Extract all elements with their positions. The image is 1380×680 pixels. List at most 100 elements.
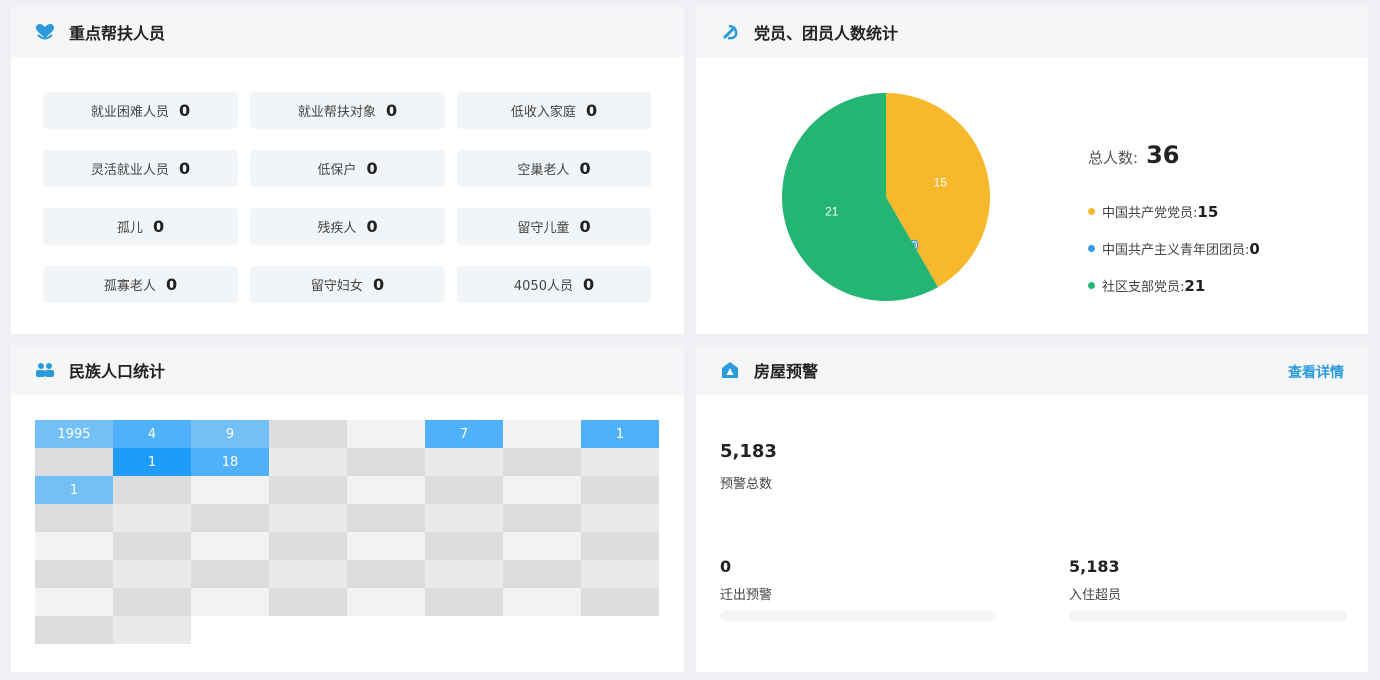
- heatmap-cell: [269, 420, 347, 448]
- support-stat-item: 残疾人 0: [250, 208, 445, 245]
- support-stat-item: 留守妇女 0: [250, 266, 445, 303]
- heatmap-cell: [425, 448, 503, 476]
- support-grid: 就业困难人员 0 就业帮扶对象 0 低收入家庭 0 灵活就业人员 0 低保户 0 空巢老人 0 孤儿 0 残…: [43, 92, 651, 303]
- heatmap-cell-labeled: 1: [35, 476, 113, 504]
- party-panel: 党员、团员人数统计 15 0 21 总人数: 36 中国共产党党员: 15 中国共产主义…: [696, 7, 1368, 334]
- party-title: 党员、团员人数统计: [754, 24, 899, 43]
- heatmap-cell: [269, 504, 347, 532]
- support-stat-item: 4050人员 0: [457, 266, 651, 303]
- legend-item: 社区支部党员: 21: [1088, 267, 1260, 304]
- move-out-bar: [720, 611, 996, 621]
- heatmap-cell: [269, 560, 347, 588]
- heatmap-cell: [191, 476, 269, 504]
- heatmap-cell-labeled: 1: [113, 448, 191, 476]
- heart-hand-icon: [35, 22, 55, 42]
- support-stat-item: 低收入家庭 0: [457, 92, 651, 129]
- legend-value: 21: [1184, 276, 1206, 295]
- pie-slice-label: 15: [934, 175, 948, 189]
- support-stat-item: 留守儿童 0: [457, 208, 651, 245]
- heatmap-cell: [425, 532, 503, 560]
- ethnic-header: 民族人口统计: [11, 345, 684, 395]
- support-stat-item: 孤儿 0: [43, 208, 238, 245]
- support-stat-label: 留守妇女: [310, 279, 363, 294]
- support-stat-label: 4050人员: [513, 279, 573, 294]
- overcrowd-warning: 5,183 入住超员: [1069, 557, 1346, 621]
- housing-panel: 房屋预警 查看详情 5,183 预警总数 0 迁出预警 5,183 入住超员: [696, 345, 1368, 672]
- heatmap-cell: [425, 560, 503, 588]
- heatmap-cell: [35, 616, 113, 644]
- support-stat-label: 残疾人: [317, 221, 357, 236]
- legend-item: 中国共产主义青年团团员: 0: [1088, 230, 1260, 267]
- support-stat-value: 0: [366, 159, 378, 178]
- heatmap-cell: [191, 588, 269, 616]
- heatmap-cell: [347, 588, 425, 616]
- support-stat-item: 灵活就业人员 0: [43, 150, 238, 187]
- heatmap-cell: [503, 588, 581, 616]
- heatmap-cell: [503, 532, 581, 560]
- heatmap-cell: [503, 560, 581, 588]
- heatmap-cell: [35, 560, 113, 588]
- heatmap-cell: [581, 504, 659, 532]
- legend-dot: [1088, 282, 1095, 289]
- heatmap-cell: [35, 588, 113, 616]
- house-alert-icon: [720, 360, 740, 380]
- party-header: 党员、团员人数统计: [696, 7, 1368, 57]
- heatmap-cell: [269, 532, 347, 560]
- heatmap-cell: [581, 560, 659, 588]
- legend-value: 0: [1249, 239, 1260, 258]
- heatmap-cell: [425, 588, 503, 616]
- move-out-label: 迁出预警: [720, 588, 773, 603]
- heatmap-cell: [425, 476, 503, 504]
- overcrowd-value: 5,183: [1069, 557, 1120, 576]
- party-total: 总人数: 36: [1088, 141, 1179, 169]
- legend-label: 社区支部党员:: [1102, 280, 1185, 295]
- support-stat-label: 低收入家庭: [510, 105, 576, 120]
- heatmap-cell: [269, 448, 347, 476]
- heatmap-cell: [347, 420, 425, 448]
- housing-title: 房屋预警: [754, 362, 819, 381]
- heatmap-cell: [581, 476, 659, 504]
- support-stat-value: 0: [385, 101, 398, 120]
- support-stat-value: 0: [579, 217, 591, 236]
- heatmap-cell: [35, 448, 113, 476]
- pie-slice-label: 21: [825, 205, 839, 219]
- heatmap-cell: [113, 476, 191, 504]
- support-stat-value: 0: [582, 275, 595, 294]
- legend-label: 中国共产党党员:: [1102, 206, 1198, 221]
- warning-total-label: 预警总数: [720, 477, 773, 492]
- overcrowd-bar: [1069, 611, 1346, 621]
- support-stat-item: 就业帮扶对象 0: [250, 92, 445, 129]
- heatmap-cell: [503, 420, 581, 448]
- legend-value: 15: [1197, 202, 1219, 221]
- heatmap-cell: [347, 560, 425, 588]
- support-stat-value: 0: [165, 275, 178, 294]
- heatmap-cell: [191, 560, 269, 588]
- support-stat-value: 0: [178, 101, 191, 120]
- heatmap-cell: [113, 504, 191, 532]
- heatmap-cell: [347, 532, 425, 560]
- legend-label: 中国共产主义青年团团员:: [1102, 243, 1250, 258]
- support-stat-item: 低保户 0: [250, 150, 445, 187]
- heatmap-cell: [191, 532, 269, 560]
- heatmap-cell: [347, 448, 425, 476]
- support-stat-label: 空巢老人: [517, 163, 570, 178]
- support-stat-item: 空巢老人 0: [457, 150, 651, 187]
- party-total-label: 总人数:: [1088, 149, 1139, 167]
- heatmap-cell: [425, 504, 503, 532]
- warning-total-value: 5,183: [720, 441, 777, 462]
- heatmap-cell: [113, 532, 191, 560]
- heatmap-cell: [503, 476, 581, 504]
- ethnic-panel: 民族人口统计 1995 4 9 7 1 1 18 1: [11, 345, 684, 672]
- ethnic-title: 民族人口统计: [69, 362, 166, 381]
- view-details-link[interactable]: 查看详情: [1288, 362, 1344, 382]
- support-stat-label: 低保户: [317, 163, 357, 178]
- support-header: 重点帮扶人员: [11, 7, 684, 57]
- heatmap-cell: [581, 532, 659, 560]
- heatmap-cell: [113, 616, 191, 644]
- support-stat-value: 0: [585, 101, 598, 120]
- support-stat-label: 就业帮扶对象: [297, 105, 376, 120]
- heatmap-cell-labeled: 1: [581, 420, 659, 448]
- legend-dot: [1088, 245, 1095, 252]
- party-emblem-icon: [720, 22, 740, 42]
- heatmap-cell-labeled: 1995: [35, 420, 113, 448]
